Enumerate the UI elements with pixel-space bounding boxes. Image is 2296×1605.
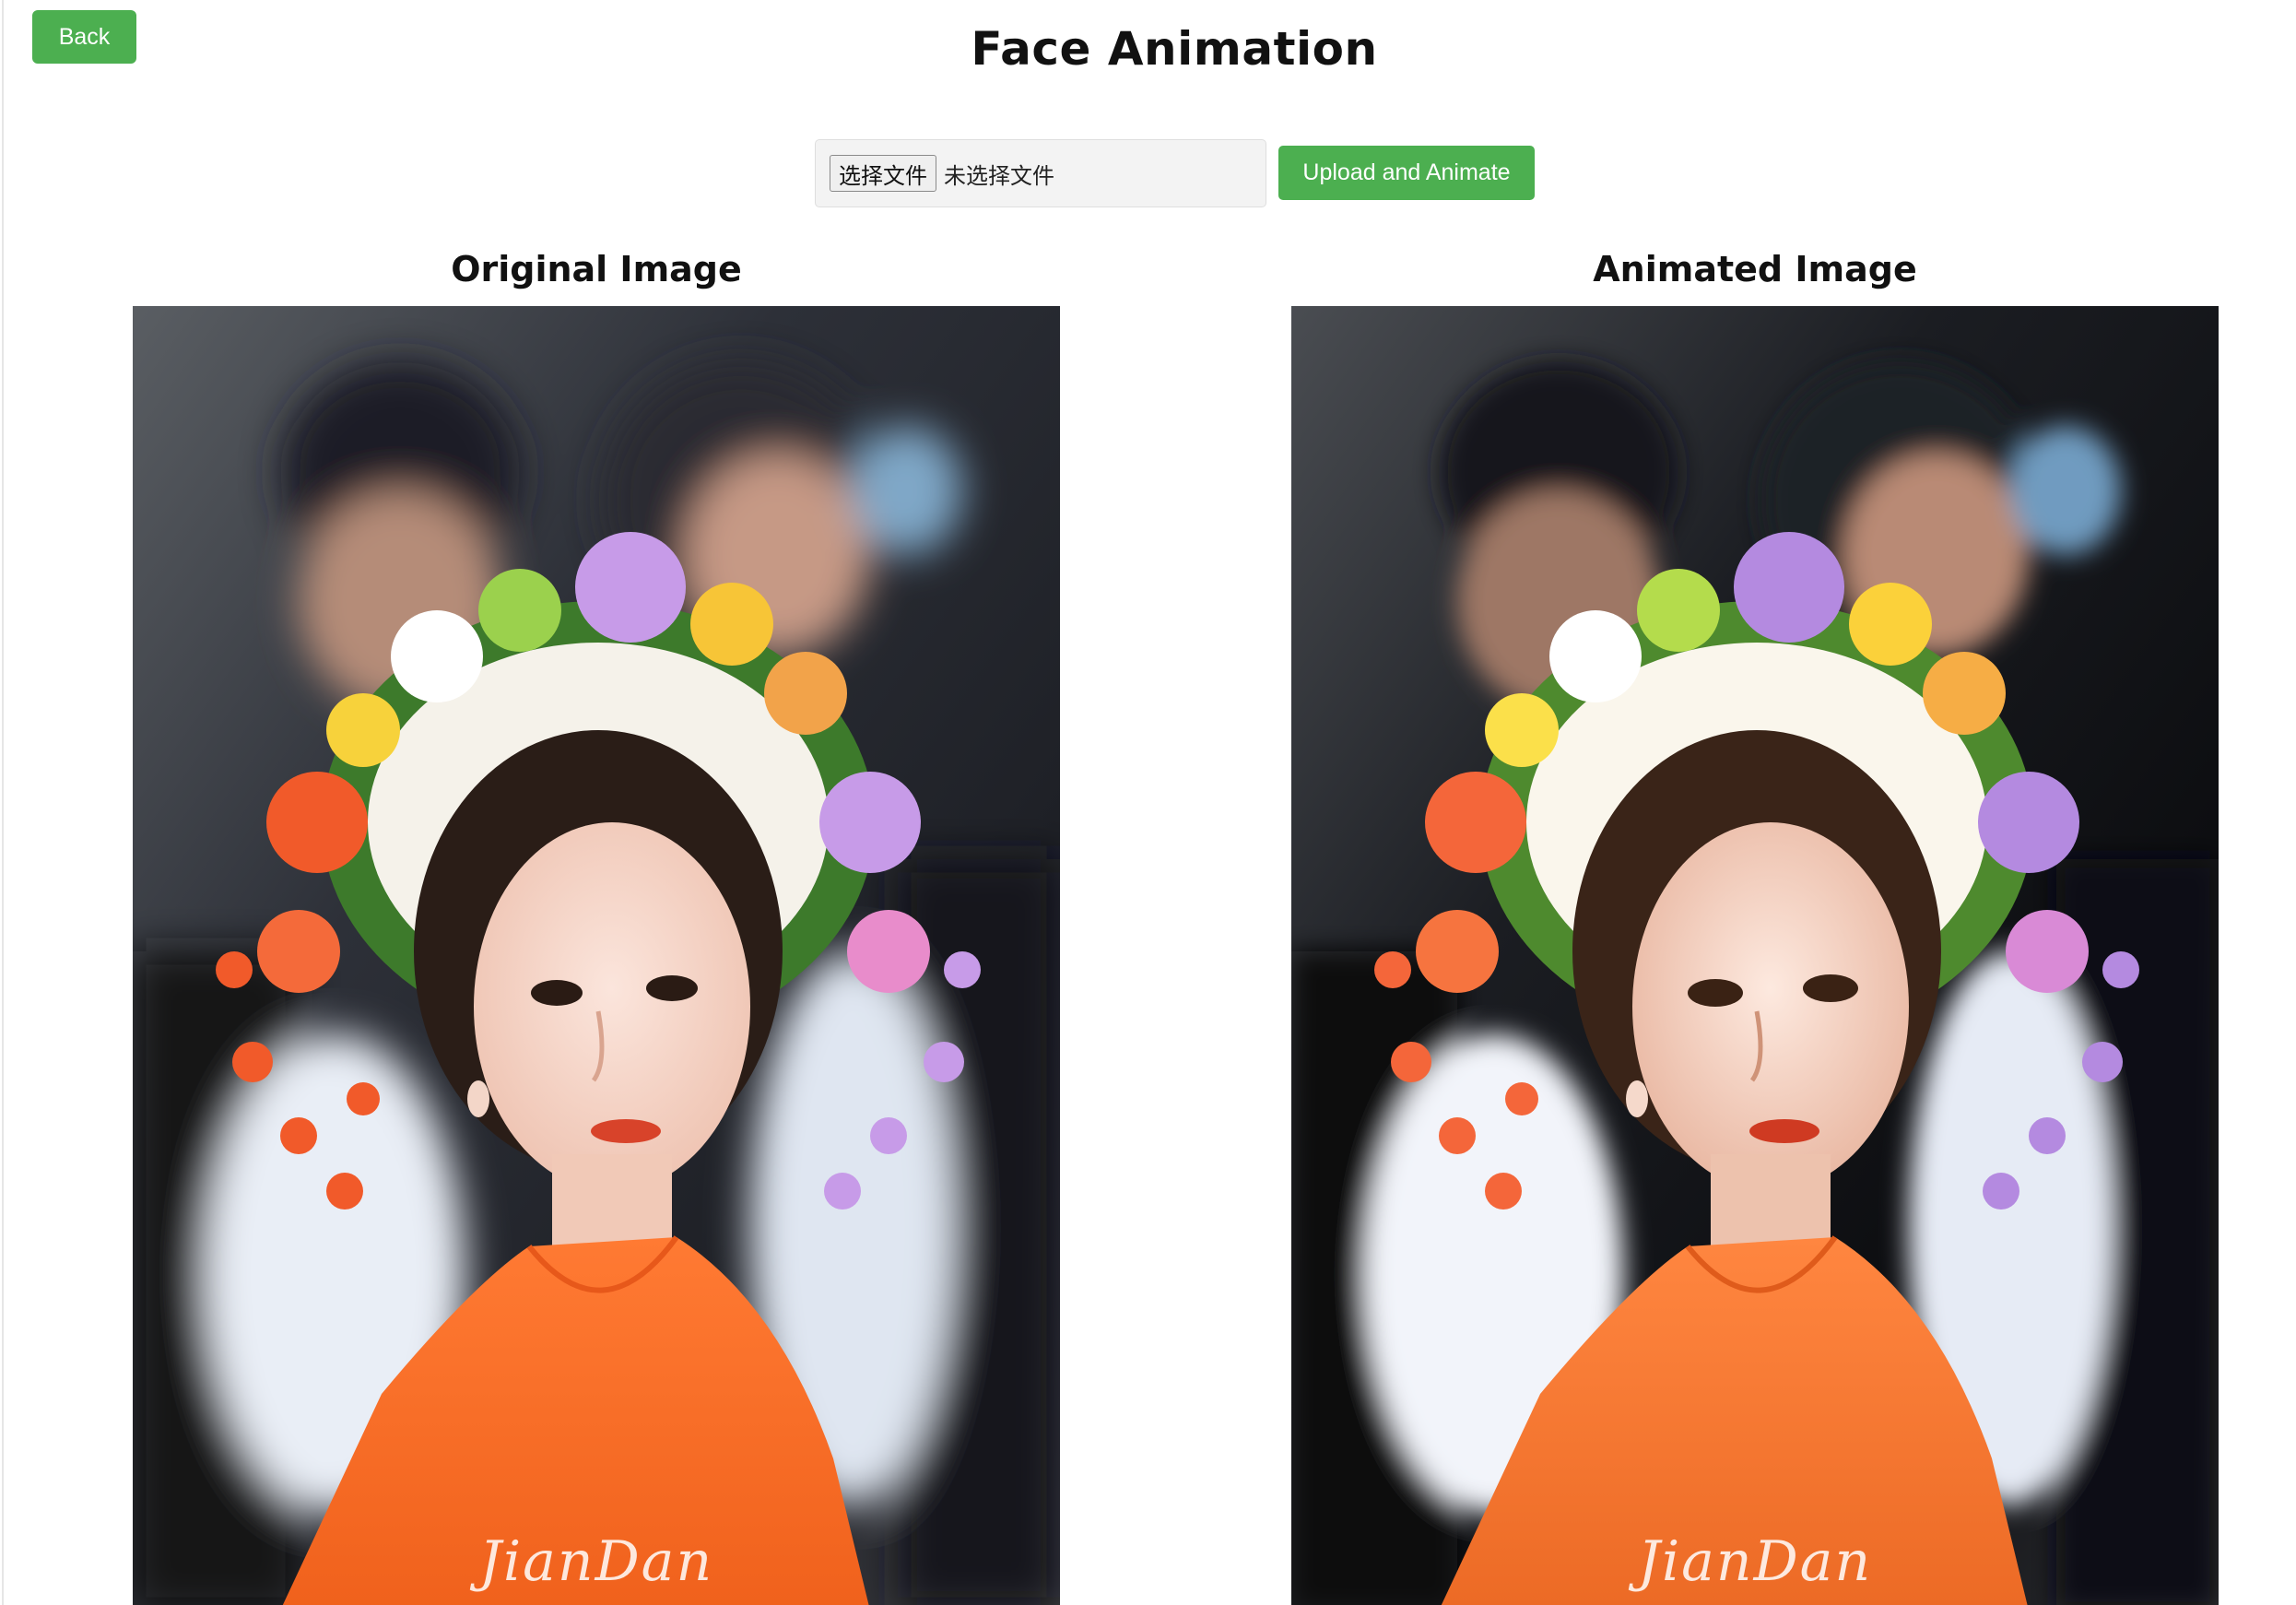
file-status-text: 未选择文件	[944, 162, 1054, 189]
file-input[interactable]: 选择文件 未选择文件	[815, 139, 1266, 207]
page-title: Face Animation	[971, 22, 1378, 76]
original-image-heading: Original Image	[451, 249, 742, 289]
choose-file-button[interactable]: 选择文件	[830, 155, 936, 192]
left-divider	[2, 0, 4, 1605]
original-watermark: JianDan	[478, 1529, 714, 1594]
animated-image-heading: Animated Image	[1593, 249, 1917, 289]
face-animation-page: Back Face Animation 选择文件 未选择文件 Upload an…	[0, 0, 2296, 1605]
animated-watermark: JianDan	[1637, 1529, 1873, 1594]
animated-image: JianDan	[1291, 306, 2219, 1605]
animated-portrait	[1291, 306, 2219, 1605]
upload-animate-button[interactable]: Upload and Animate	[1278, 146, 1535, 200]
original-portrait	[133, 306, 1060, 1605]
original-image: JianDan	[133, 306, 1060, 1605]
